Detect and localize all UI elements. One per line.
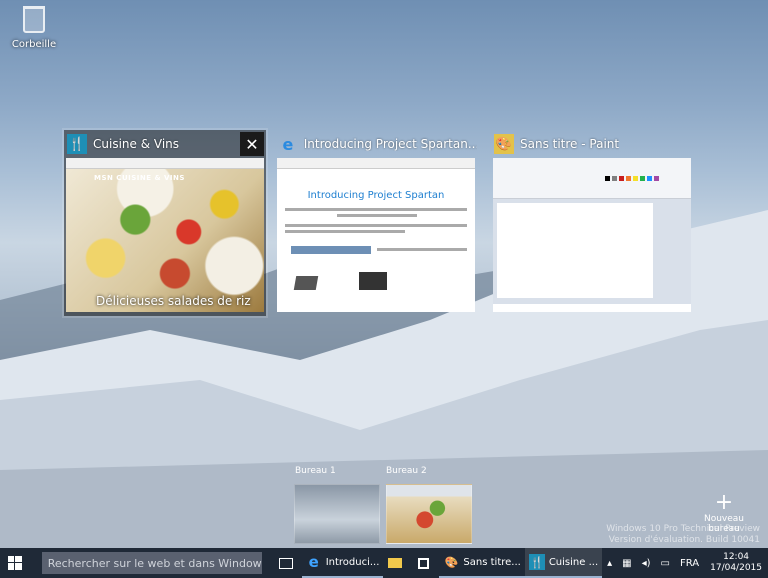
color-swatch [612,176,617,181]
site-brand: MSN CUISINE & VINS [94,174,185,182]
desktop-label: Bureau 2 [386,466,427,476]
folder-icon [387,555,403,571]
color-swatch [654,176,659,181]
window-title: Cuisine & Vins [93,137,180,151]
laptop-image [359,272,387,290]
doc-heading: Introducing Project Spartan [307,190,445,201]
close-icon[interactable]: ✕ [240,132,264,156]
taskbar-item-paint[interactable]: 🎨 Sans titre... [439,548,525,578]
taskbar-item-ie[interactable]: e Introduci... [301,548,384,578]
task-view-window-paint[interactable]: 🎨 Sans titre - Paint [491,130,693,316]
browser-bar [66,158,264,169]
build-watermark: Windows 10 Pro Technical Preview Version… [606,524,760,546]
network-icon[interactable]: ▦ [622,558,631,569]
color-swatch [605,176,610,181]
paint-palette-icon: 🎨 [494,134,514,154]
text-line [285,230,405,233]
notification-icon[interactable]: ▭ [661,558,670,569]
recycle-bin[interactable]: Corbeille [10,6,58,50]
windows-logo-icon [7,556,22,570]
task-view-button[interactable] [274,548,302,578]
paint-palette-icon: 🎨 [444,555,459,569]
volume-icon[interactable]: ◂) [642,558,651,569]
chevron-up-icon[interactable]: ▴ [607,558,612,569]
article-caption: Délicieuses salades de riz [96,294,251,308]
color-swatch [647,176,652,181]
desktop-thumbnail-1[interactable] [294,484,380,544]
paint-canvas [497,203,653,298]
task-view-icon [278,555,294,571]
tablet-image [293,276,319,290]
fork-knife-icon: 🍴 [67,134,87,154]
taskbar-item-cuisine[interactable]: 🍴 Cuisine ... [524,548,603,578]
system-tray: ▴ ▦ ◂) ▭ FRA 12:04 17/04/2015 [602,548,768,578]
watermark-line: Windows 10 Pro Technical Preview [606,524,760,534]
taskbar-item-label: Sans titre... [463,556,521,568]
recycle-bin-icon [23,6,45,33]
window-thumbnail: Introducing Project Spartan [277,158,475,312]
desktop-label: Bureau 1 [295,466,336,476]
internet-explorer-icon: e [282,134,294,154]
internet-explorer-icon: e [308,553,319,571]
taskbar-item-label: Introduci... [325,556,380,568]
taskbar-item-store[interactable] [411,548,439,578]
clock-date: 17/04/2015 [710,563,762,573]
task-view-window-spartan[interactable]: e Introducing Project Spartan... Introdu… [275,130,477,316]
clock[interactable]: 12:04 17/04/2015 [710,552,762,574]
text-line [337,214,417,217]
language-indicator[interactable]: FRA [680,558,699,569]
fork-knife-icon: 🍴 [528,554,545,570]
window-title: Sans titre - Paint [520,137,620,151]
search-box[interactable]: Rechercher sur le web et dans Windows [41,552,262,574]
window-title: Introducing Project Spartan... [303,137,477,151]
window-thumbnail [493,158,691,312]
color-swatch [619,176,624,181]
text-line [377,248,467,251]
browser-bar [277,158,475,169]
text-line [285,224,467,227]
task-view-window-cuisine[interactable]: 🍴 Cuisine & Vins ✕ MSN CUISINE & VINS Dé… [62,128,268,318]
color-swatch [633,176,638,181]
taskbar: Rechercher sur le web et dans Windows e … [0,548,768,578]
color-swatch [640,176,645,181]
window-thumbnail: MSN CUISINE & VINS Délicieuses salades d… [66,158,264,312]
taskbar-item-explorer[interactable] [383,548,411,578]
color-swatch [626,176,631,181]
watermark-line: Version d'évaluation. Build 10041 [608,535,760,545]
plus-icon: + [714,490,734,515]
text-line [285,208,467,211]
store-icon [415,555,431,571]
clock-time: 12:04 [723,552,750,562]
desktop-thumbnail-2[interactable] [386,484,472,544]
toolbar-image [291,246,371,254]
paint-ribbon [493,158,691,199]
taskbar-item-label: Cuisine ... [548,556,599,568]
start-button[interactable] [0,548,30,578]
recycle-bin-label: Corbeille [11,39,57,50]
